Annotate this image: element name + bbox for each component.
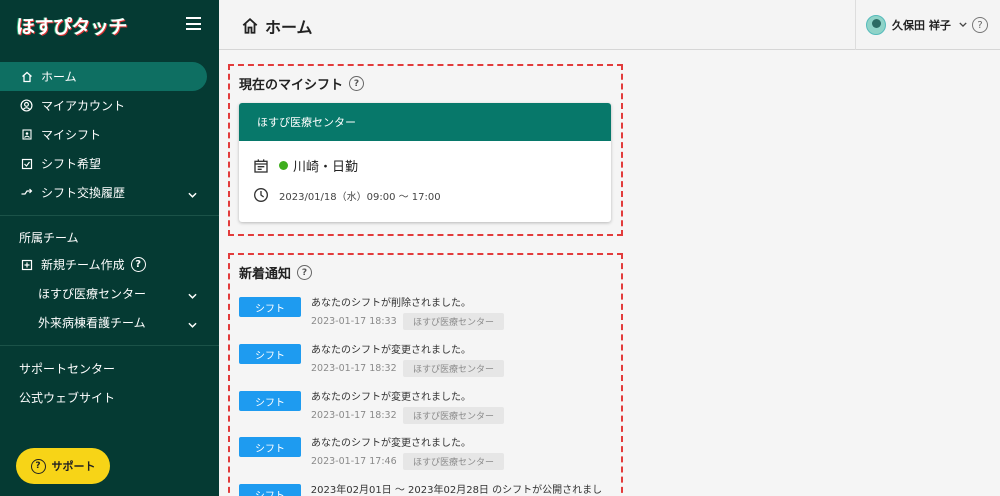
notification-body: 2023年02月01日 ～ 2023年02月28日 のシフトが公開されました。 <box>311 484 621 496</box>
notification-item[interactable]: シフト あなたのシフトが削除されました。 2023-01-17 18:33 ほす… <box>239 297 505 330</box>
notification-body: あなたのシフトが変更されました。 2023-01-17 17:46 ほすぴ医療セ… <box>311 437 505 470</box>
notification-message: 2023年02月01日 ～ 2023年02月28日 のシフトが公開されました。 <box>310 485 603 496</box>
check-box-icon <box>20 157 33 170</box>
support-center-label: サポートセンター <box>19 362 116 376</box>
notification-body: あなたのシフトが変更されました。 2023-01-17 18:32 ほすぴ医療セ… <box>311 391 505 424</box>
shift-name-row: 川崎・日勤 <box>253 156 358 175</box>
notification-item[interactable]: シフト あなたのシフトが変更されました。 2023-01-17 18:32 ほす… <box>239 391 505 424</box>
account-icon <box>20 99 33 112</box>
shift-time-row: 2023/01/18（水）09:00 ～ 17:00 <box>253 187 441 203</box>
page-title: ホーム <box>241 14 313 38</box>
sidebar-header: ほすぴタッチ <box>0 0 219 50</box>
avatar <box>866 15 886 35</box>
notification-body: あなたのシフトが削除されました。 2023-01-17 18:33 ほすぴ医療セ… <box>311 297 505 330</box>
team-label: ほすぴ医療センター <box>38 287 147 301</box>
help-icon: ? <box>30 458 46 474</box>
user-menu[interactable]: 久保田 祥子 <box>855 0 967 50</box>
section-title-text: 新着通知 <box>239 267 292 282</box>
official-website-label: 公式ウェブサイト <box>19 391 116 405</box>
help-icon[interactable]: ? <box>349 76 365 91</box>
shift-card[interactable]: ほすぴ医療センター 川崎・日勤 2023/01/18（水）09:00 ～ 17:… <box>239 103 611 222</box>
help-icon[interactable]: ? <box>297 265 313 280</box>
support-button[interactable]: ? サポート <box>16 448 110 484</box>
card-header: ほすぴ医療センター <box>239 103 611 141</box>
section-title: 現在のマイシフト ? <box>239 74 365 93</box>
notification-date: 2023-01-17 18:32 <box>311 363 397 374</box>
notification-meta: 2023-01-17 18:33 ほすぴ医療センター <box>311 313 505 330</box>
status-dot <box>279 161 288 170</box>
notification-message: あなたのシフトが変更されました。 <box>311 392 471 403</box>
current-shift-section: 現在のマイシフト ? ほすぴ医療センター 川崎・日勤 2023/01/18（水）… <box>228 64 623 236</box>
category-chip: シフト <box>239 437 301 457</box>
sidebar-divider <box>0 215 219 216</box>
section-title-text: 現在のマイシフト <box>239 78 344 93</box>
swap-icon <box>20 186 33 199</box>
sidebar-item-account[interactable]: マイアカウント <box>0 91 219 120</box>
sidebar-item-team[interactable]: 外来病棟看護チーム <box>0 308 219 337</box>
notifications-section: 新着通知 ? シフト あなたのシフトが削除されました。 2023-01-17 1… <box>228 253 623 496</box>
notification-item[interactable]: シフト あなたのシフトが変更されました。 2023-01-17 17:46 ほす… <box>239 437 505 470</box>
sidebar-item-shift-request[interactable]: シフト希望 <box>0 149 219 178</box>
top-header: ホーム 久保田 祥子 ? <box>219 0 1000 50</box>
new-team-label: 新規チーム作成 <box>41 258 125 272</box>
notification-message: あなたのシフトが削除されました。 <box>311 298 471 309</box>
sidebar-item-label: シフト希望 <box>41 157 102 171</box>
new-team-button[interactable]: 新規チーム作成 ? <box>0 250 219 279</box>
sidebar-item-home[interactable]: ホーム <box>0 62 207 91</box>
shift-name: 川崎・日勤 <box>293 160 359 175</box>
sidebar-item-label: マイシフト <box>41 128 102 142</box>
help-icon[interactable]: ? <box>130 257 146 272</box>
support-center-link[interactable]: サポートセンター <box>0 354 219 383</box>
chevron-down-icon[interactable] <box>188 187 197 201</box>
official-website-link[interactable]: 公式ウェブサイト <box>0 383 219 412</box>
notification-date: 2023-01-17 17:46 <box>311 456 397 467</box>
home-icon <box>242 18 258 34</box>
notification-item[interactable]: シフト あなたのシフトが変更されました。 2023-01-17 18:32 ほす… <box>239 344 505 377</box>
notification-meta: 2023-01-17 18:32 ほすぴ医療センター <box>311 360 505 377</box>
clock-icon <box>254 188 268 202</box>
team-badge: ほすぴ医療センター <box>403 407 505 424</box>
category-chip: シフト <box>239 297 301 317</box>
sidebar-item-team[interactable]: ほすぴ医療センター <box>0 279 219 308</box>
sidebar-item-label: シフト交換履歴 <box>41 186 126 200</box>
sidebar-item-label: マイアカウント <box>41 99 126 113</box>
chevron-down-icon[interactable] <box>188 288 197 302</box>
category-chip: シフト <box>239 391 301 411</box>
chevron-down-icon <box>959 20 967 30</box>
sidebar-divider <box>0 345 219 346</box>
team-heading: 所属チーム <box>19 230 79 245</box>
category-chip: シフト <box>239 344 301 364</box>
team-badge: ほすぴ医療センター <box>403 360 505 377</box>
user-name: 久保田 祥子 <box>892 19 951 32</box>
section-title: 新着通知 ? <box>239 263 313 282</box>
category-chip: シフト <box>239 484 301 496</box>
sidebar-item-swap-history[interactable]: シフト交換履歴 <box>0 178 219 207</box>
home-icon <box>20 70 33 83</box>
notification-date: 2023-01-17 18:32 <box>311 410 397 421</box>
team-label: 外来病棟看護チーム <box>38 316 146 330</box>
shift-time: 2023/01/18（水）09:00 ～ 17:00 <box>279 191 441 203</box>
team-badge: ほすぴ医療センター <box>403 313 505 330</box>
notification-message: あなたのシフトが変更されました。 <box>311 438 471 449</box>
help-icon[interactable]: ? <box>972 17 988 33</box>
notification-body: あなたのシフトが変更されました。 2023-01-17 18:32 ほすぴ医療セ… <box>311 344 505 377</box>
chevron-down-icon[interactable] <box>188 317 197 331</box>
calendar-icon <box>254 158 268 173</box>
notification-meta: 2023-01-17 17:46 ほすぴ医療センター <box>311 453 505 470</box>
menu-icon[interactable] <box>186 17 201 30</box>
page-title-text: ホーム <box>265 18 313 37</box>
sidebar-item-label: ホーム <box>41 70 77 84</box>
team-badge: ほすぴ医療センター <box>403 453 505 470</box>
app-logo[interactable]: ほすぴタッチ <box>16 12 128 39</box>
sidebar-item-myshift[interactable]: マイシフト <box>0 120 219 149</box>
sidebar: ほすぴタッチ ホーム マイアカウント マイシフト シフト希望 シフト交換履歴 所… <box>0 0 219 496</box>
notification-meta: 2023-01-17 18:32 ほすぴ医療センター <box>311 407 505 424</box>
notification-date: 2023-01-17 18:33 <box>311 316 397 327</box>
badge-icon <box>20 128 33 141</box>
notification-message: あなたのシフトが変更されました。 <box>311 345 471 356</box>
notification-item[interactable]: シフト 2023年02月01日 ～ 2023年02月28日 のシフトが公開されま… <box>239 484 621 496</box>
add-box-icon <box>20 258 33 271</box>
support-button-label: サポート <box>51 460 96 473</box>
